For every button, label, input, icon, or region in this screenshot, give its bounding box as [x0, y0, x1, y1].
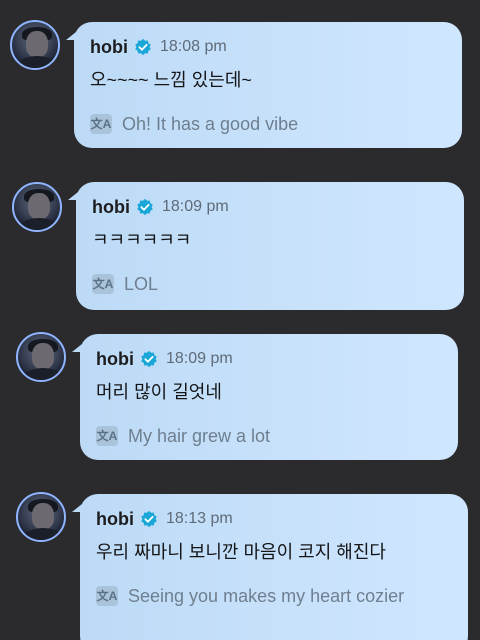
translation-row[interactable]: 文A Oh! It has a good vibe [90, 110, 446, 138]
message-header: hobi 18:09 pm [92, 196, 448, 218]
timestamp: 18:13 pm [166, 510, 233, 527]
author-name: hobi [90, 36, 128, 57]
author-name: hobi [96, 348, 134, 369]
message-bubble[interactable]: hobi 18:13 pm 우리 짜마니 보니깐 마음이 코지 해진다 文A S… [72, 494, 468, 640]
translate-icon: 文A [92, 274, 114, 294]
translation-text: LOL [124, 274, 159, 294]
translation-row[interactable]: 文A LOL [92, 270, 448, 298]
message-text: 오~~~~ 느낌 있는데~ [90, 70, 252, 90]
author-name: hobi [96, 508, 134, 529]
timestamp: 18:09 pm [166, 350, 233, 367]
message-bubble[interactable]: hobi 18:09 pm 머리 많이 길엇네 文A My hair grew … [72, 334, 458, 460]
translation-text: Seeing you makes my heart cozier [128, 586, 405, 606]
translate-icon: 文A [90, 114, 112, 134]
avatar[interactable] [10, 20, 60, 70]
avatar[interactable] [16, 492, 66, 542]
author-name: hobi [92, 196, 130, 217]
message-header: hobi 18:13 pm [96, 508, 452, 530]
message-text: 머리 많이 길엇네 [96, 382, 222, 402]
translation-text: My hair grew a lot [128, 426, 271, 446]
translation-text: Oh! It has a good vibe [122, 114, 299, 134]
message-bubble[interactable]: hobi 18:08 pm 오~~~~ 느낌 있는데~ 文A Oh! It ha… [66, 22, 462, 148]
avatar[interactable] [16, 332, 66, 382]
message-text: 우리 짜마니 보니깐 마음이 코지 해진다 [96, 542, 386, 562]
translate-icon: 文A [96, 586, 118, 606]
message-header: hobi 18:08 pm [90, 36, 446, 58]
avatar[interactable] [12, 182, 62, 232]
message-header: hobi 18:09 pm [96, 348, 442, 370]
translation-row[interactable]: 文A My hair grew a lot [96, 422, 442, 450]
message-bubble[interactable]: hobi 18:09 pm ㅋㅋㅋㅋㅋㅋ 文A LOL [68, 182, 464, 310]
timestamp: 18:08 pm [160, 38, 227, 55]
message-text: ㅋㅋㅋㅋㅋㅋ [92, 230, 192, 250]
verified-check-icon [137, 198, 153, 216]
message-feed: hobi 18:08 pm 오~~~~ 느낌 있는데~ 文A Oh! It ha… [0, 0, 480, 640]
translation-row[interactable]: 文A Seeing you makes my heart cozier [96, 582, 452, 610]
translate-icon: 文A [96, 426, 118, 446]
verified-check-icon [141, 510, 157, 528]
verified-check-icon [135, 38, 151, 56]
verified-check-icon [141, 350, 157, 368]
timestamp: 18:09 pm [162, 198, 229, 215]
